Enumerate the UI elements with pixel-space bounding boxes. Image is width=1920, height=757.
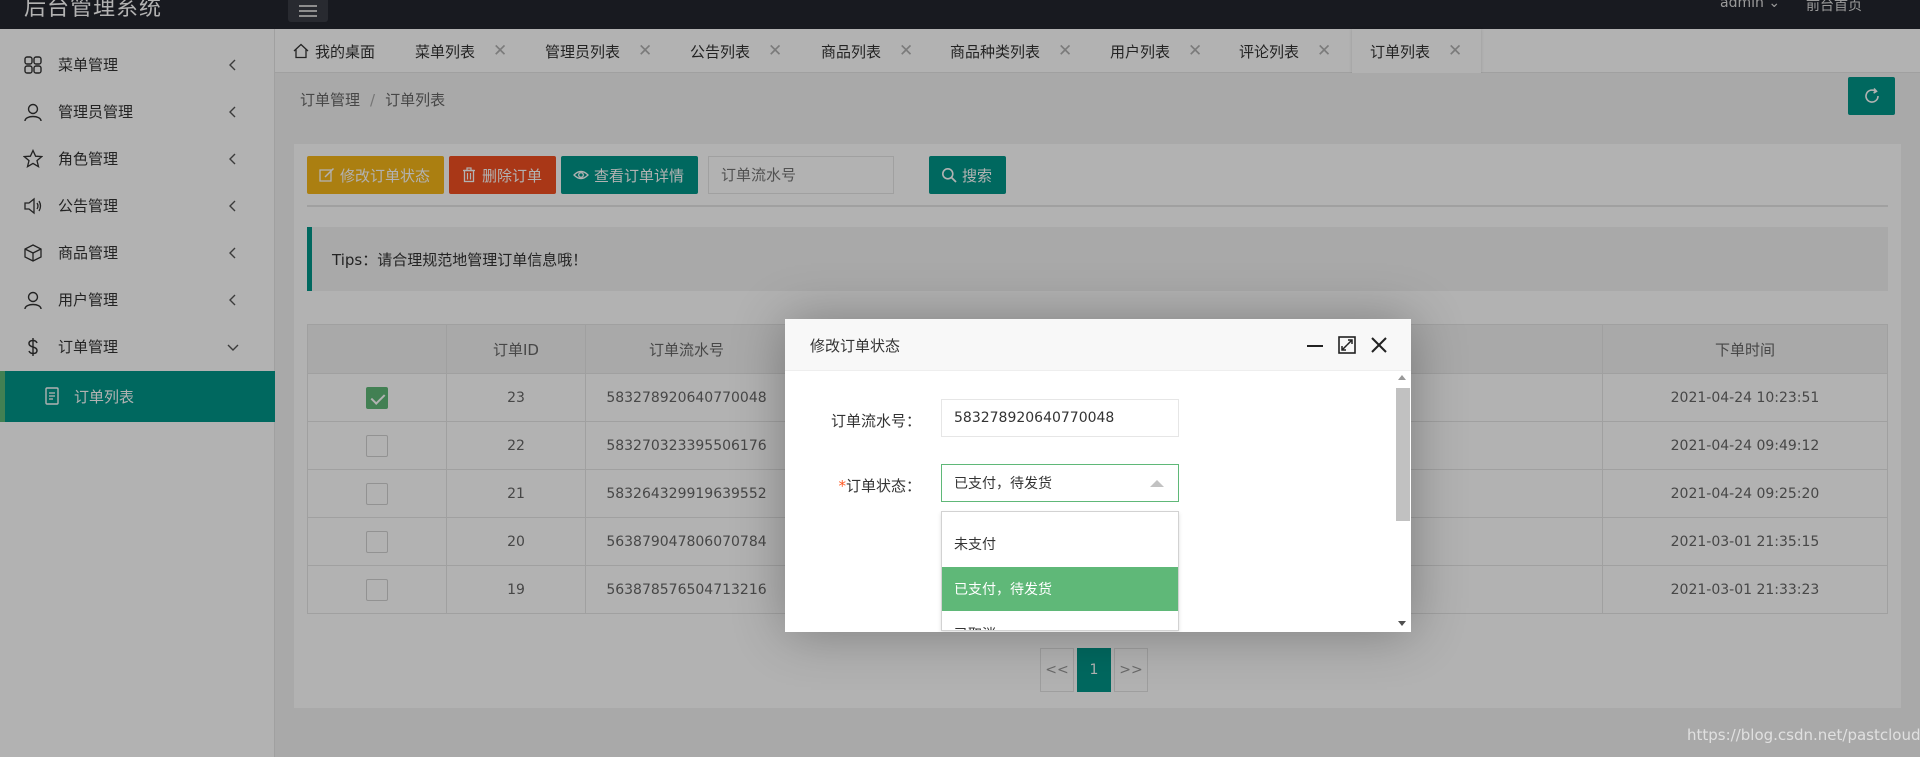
status-option-cancelled[interactable]: 已取消: [942, 612, 1178, 630]
dialog-scrollbar[interactable]: [1393, 371, 1411, 632]
status-label-text: 订单状态：: [845, 477, 921, 495]
status-dropdown: 未支付 已支付，待发货 已取消: [941, 511, 1179, 631]
dialog-title: 修改订单状态: [810, 337, 901, 355]
scroll-down-icon[interactable]: [1398, 621, 1406, 626]
required-mark: *: [838, 477, 846, 495]
status-field-label: *订单状态：: [785, 475, 921, 496]
status-select-value: 已支付，待发货: [954, 476, 1052, 492]
status-option-paid-pending[interactable]: 已支付，待发货: [942, 567, 1178, 611]
close-icon[interactable]: [1369, 335, 1389, 355]
scroll-thumb[interactable]: [1396, 388, 1410, 521]
caret-up-icon: [1150, 480, 1164, 487]
minimize-icon[interactable]: [1305, 335, 1325, 355]
edit-status-dialog: 修改订单状态 订单流水号： 583278920640770048 *订单状态： …: [785, 319, 1411, 632]
scroll-up-icon[interactable]: [1398, 375, 1406, 380]
serial-field[interactable]: 583278920640770048: [941, 399, 1179, 437]
watermark: https://blog.csdn.net/pastclouds: [1687, 726, 1920, 744]
status-option-unpaid[interactable]: 未支付: [942, 522, 1178, 566]
dialog-header: 修改订单状态: [785, 319, 1411, 371]
status-select[interactable]: 已支付，待发货: [941, 464, 1179, 502]
serial-field-label: 订单流水号：: [830, 412, 921, 430]
maximize-icon[interactable]: [1337, 335, 1357, 355]
